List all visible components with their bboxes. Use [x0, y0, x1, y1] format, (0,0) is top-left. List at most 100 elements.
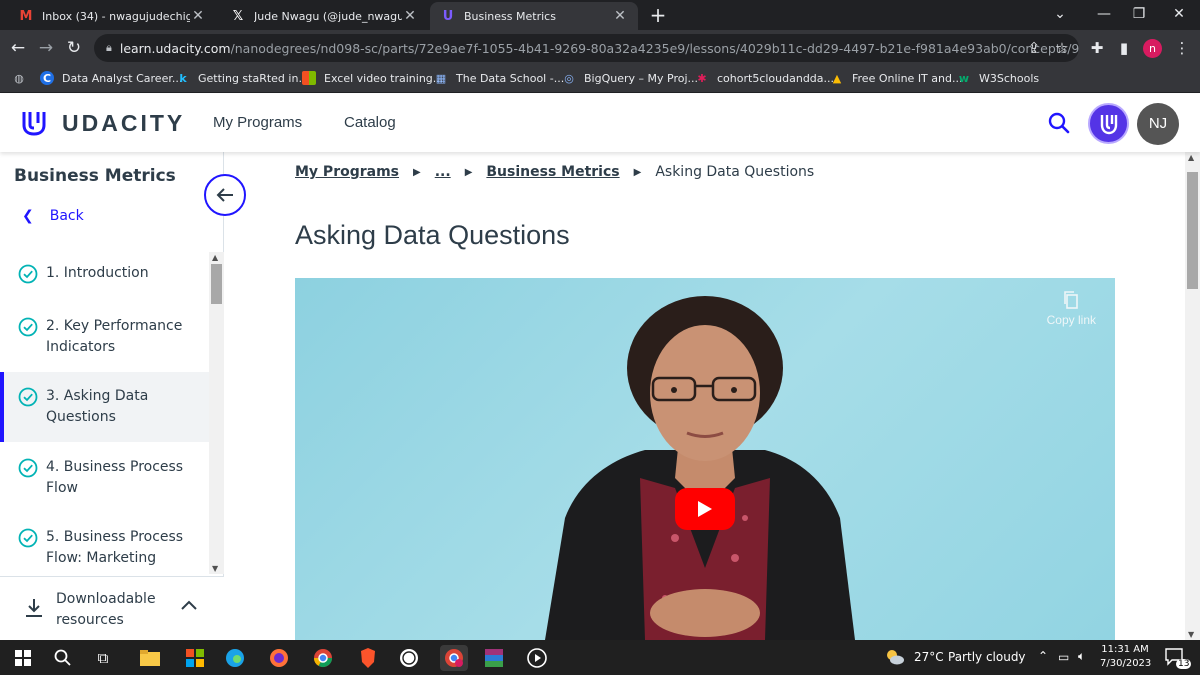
chevron-left-icon: ❮ [22, 208, 34, 224]
downloadable-resources-toggle[interactable]: Downloadable resources [0, 576, 224, 640]
microsoft-store-icon[interactable] [182, 645, 208, 671]
close-icon[interactable]: ✕ [612, 8, 628, 24]
edge-icon[interactable] [222, 645, 248, 671]
url-path: /nanodegrees/nd098-sc/parts/72e9ae7f-105… [230, 40, 1079, 56]
microsoft-icon [302, 71, 316, 85]
back-link[interactable]: ❮ Back [22, 208, 84, 224]
scrollbar-thumb[interactable] [1187, 172, 1198, 289]
scroll-down-icon[interactable]: ▼ [1188, 630, 1194, 639]
battery-icon[interactable]: ▭ [1058, 650, 1069, 664]
tab-search-icon[interactable]: ⌄ [1041, 0, 1079, 30]
close-icon[interactable]: ✕ [190, 8, 206, 24]
task-view-icon[interactable]: ⧉ [90, 645, 116, 671]
sidebar-item-introduction[interactable]: 1. Introduction [0, 263, 209, 284]
url-host: learn.udacity.com [119, 40, 231, 56]
clock-time: 11:31 AM [1101, 644, 1149, 655]
search-icon[interactable] [1047, 111, 1071, 135]
udacity-logo[interactable]: UDACITY [20, 109, 185, 137]
chrome-icon[interactable] [310, 645, 336, 671]
brave-icon[interactable] [355, 645, 381, 671]
share-icon[interactable]: ⇪ [1024, 38, 1044, 58]
sidebar-item-asking-data-questions[interactable]: 3. Asking Data Questions [0, 372, 209, 442]
firefox-icon[interactable] [266, 645, 292, 671]
user-avatar[interactable]: NJ [1137, 103, 1179, 145]
new-tab-button[interactable]: + [647, 4, 669, 26]
menu-kebab-icon[interactable]: ⋮ [1172, 38, 1192, 58]
site-header: UDACITY My Programs Catalog [0, 94, 1200, 152]
restore-icon[interactable]: ❐ [1120, 0, 1158, 30]
udacity-program-button[interactable] [1088, 103, 1129, 144]
tab-title: Jude Nwagu (@jude_nwagu) / X [254, 9, 402, 23]
weather-description[interactable]: Partly cloudy [948, 650, 1026, 664]
globe-icon[interactable]: ◍ [12, 71, 34, 85]
bookmark-item[interactable]: C Data Analyst Career... [40, 71, 182, 85]
side-panel-icon[interactable]: ▮ [1114, 38, 1134, 58]
forward-arrow-icon[interactable]: → [34, 36, 58, 60]
windows-start-icon[interactable] [10, 645, 36, 671]
arrow-left-icon [216, 188, 233, 202]
system-clock[interactable]: 11:31 AM 7/30/2023 [1100, 643, 1151, 671]
breadcrumb: My Programs ▶ ... ▶ Business Metrics ▶ A… [295, 164, 814, 180]
sidebar-item-label: 2. Key Performance Indicators [46, 318, 183, 355]
breadcrumb-my-programs[interactable]: My Programs [295, 164, 399, 180]
scrollbar-thumb[interactable] [211, 264, 222, 304]
nav-catalog[interactable]: Catalog [344, 114, 396, 131]
page-scrollbar[interactable]: ▲ ▼ [1185, 152, 1200, 640]
bookmark-item[interactable]: ▦ The Data School -... [434, 71, 564, 85]
close-icon[interactable]: ✕ [402, 8, 418, 24]
bookmark-item[interactable]: Excel video training... [302, 71, 443, 85]
search-icon[interactable] [50, 645, 76, 671]
media-player-icon[interactable] [524, 645, 550, 671]
bookmark-item[interactable]: w W3Schools [957, 71, 1039, 85]
bookmark-item[interactable]: ◎ BigQuery – My Proj... [562, 71, 698, 85]
copy-link-button[interactable]: Copy link [1047, 290, 1096, 327]
youtube-play-button[interactable] [675, 488, 735, 530]
tab-gmail[interactable]: M Inbox (34) - nwagujudechigozie@ ✕ [8, 2, 216, 30]
scroll-up-icon[interactable]: ▲ [212, 253, 218, 262]
sidebar-item-kpi[interactable]: 2. Key Performance Indicators [0, 316, 209, 358]
bookmark-star-icon[interactable]: ☆ [1052, 38, 1072, 58]
weather-temp[interactable]: 27°C [914, 650, 944, 664]
bookmark-item[interactable]: k Getting staRted in... [176, 71, 309, 85]
profile-avatar[interactable]: n [1143, 39, 1162, 58]
reload-icon[interactable]: ↻ [62, 36, 86, 60]
bookmarks-bar: ◍ C Data Analyst Career... k Getting staRt… [0, 66, 1200, 93]
nav-my-programs[interactable]: My Programs [213, 114, 302, 131]
copy-link-label: Copy link [1046, 313, 1096, 327]
coursera-icon: C [40, 71, 54, 85]
sidebar-item-label: 3. Asking Data Questions [46, 388, 149, 425]
tab-title: Inbox (34) - nwagujudechigozie@ [42, 9, 190, 23]
whatsapp-icon[interactable] [396, 645, 422, 671]
x-icon: 𝕏 [232, 8, 244, 24]
minimize-icon[interactable]: — [1085, 0, 1123, 30]
breadcrumb-business-metrics[interactable]: Business Metrics [486, 164, 619, 180]
tab-business-metrics[interactable]: U Business Metrics ✕ [430, 2, 638, 30]
browser-tab-bar: M Inbox (34) - nwagujudechigozie@ ✕ 𝕏 Ju… [0, 0, 1200, 30]
scroll-up-icon[interactable]: ▲ [1188, 153, 1194, 162]
extensions-icon[interactable]: ✚ [1087, 38, 1107, 58]
video-player[interactable]: Copy link [295, 278, 1115, 640]
collapse-sidebar-button[interactable] [204, 174, 246, 216]
address-bar[interactable]: 🔒︎ learn.udacity.com /nanodegrees/nd098-… [94, 34, 1079, 62]
tab-twitter[interactable]: 𝕏 Jude Nwagu (@jude_nwagu) / X ✕ [220, 2, 428, 30]
caret-right-icon: ▶ [413, 166, 421, 178]
page-title: Asking Data Questions [295, 220, 570, 250]
lock-icon: 🔒︎ [106, 41, 112, 54]
bookmark-item[interactable]: ▲ Free Online IT and... [830, 71, 963, 85]
sidebar-item-business-process-flow[interactable]: 4. Business Process Flow [0, 457, 209, 499]
weather-icon[interactable] [885, 648, 905, 669]
file-explorer-icon[interactable] [137, 645, 163, 671]
volume-icon[interactable]: 🔈︎ [1078, 649, 1085, 664]
play-icon [698, 501, 712, 517]
breadcrumb-ellipsis[interactable]: ... [435, 164, 451, 180]
scroll-down-icon[interactable]: ▼ [212, 564, 218, 573]
check-circle-icon [18, 528, 38, 548]
sidebar-item-business-process-flow-marketing[interactable]: 5. Business Process Flow: Marketing [0, 527, 209, 569]
back-arrow-icon[interactable]: ← [6, 36, 30, 60]
chrome-profile-icon[interactable] [440, 645, 468, 671]
chevron-up-icon[interactable]: ⌃ [1038, 649, 1048, 663]
sidebar-scrollbar[interactable]: ▲ ▼ [209, 252, 224, 574]
bookmark-item[interactable]: ✱ cohort5cloudandda... [695, 71, 834, 85]
winrar-icon[interactable] [481, 645, 507, 671]
close-window-icon[interactable]: ✕ [1160, 0, 1198, 30]
